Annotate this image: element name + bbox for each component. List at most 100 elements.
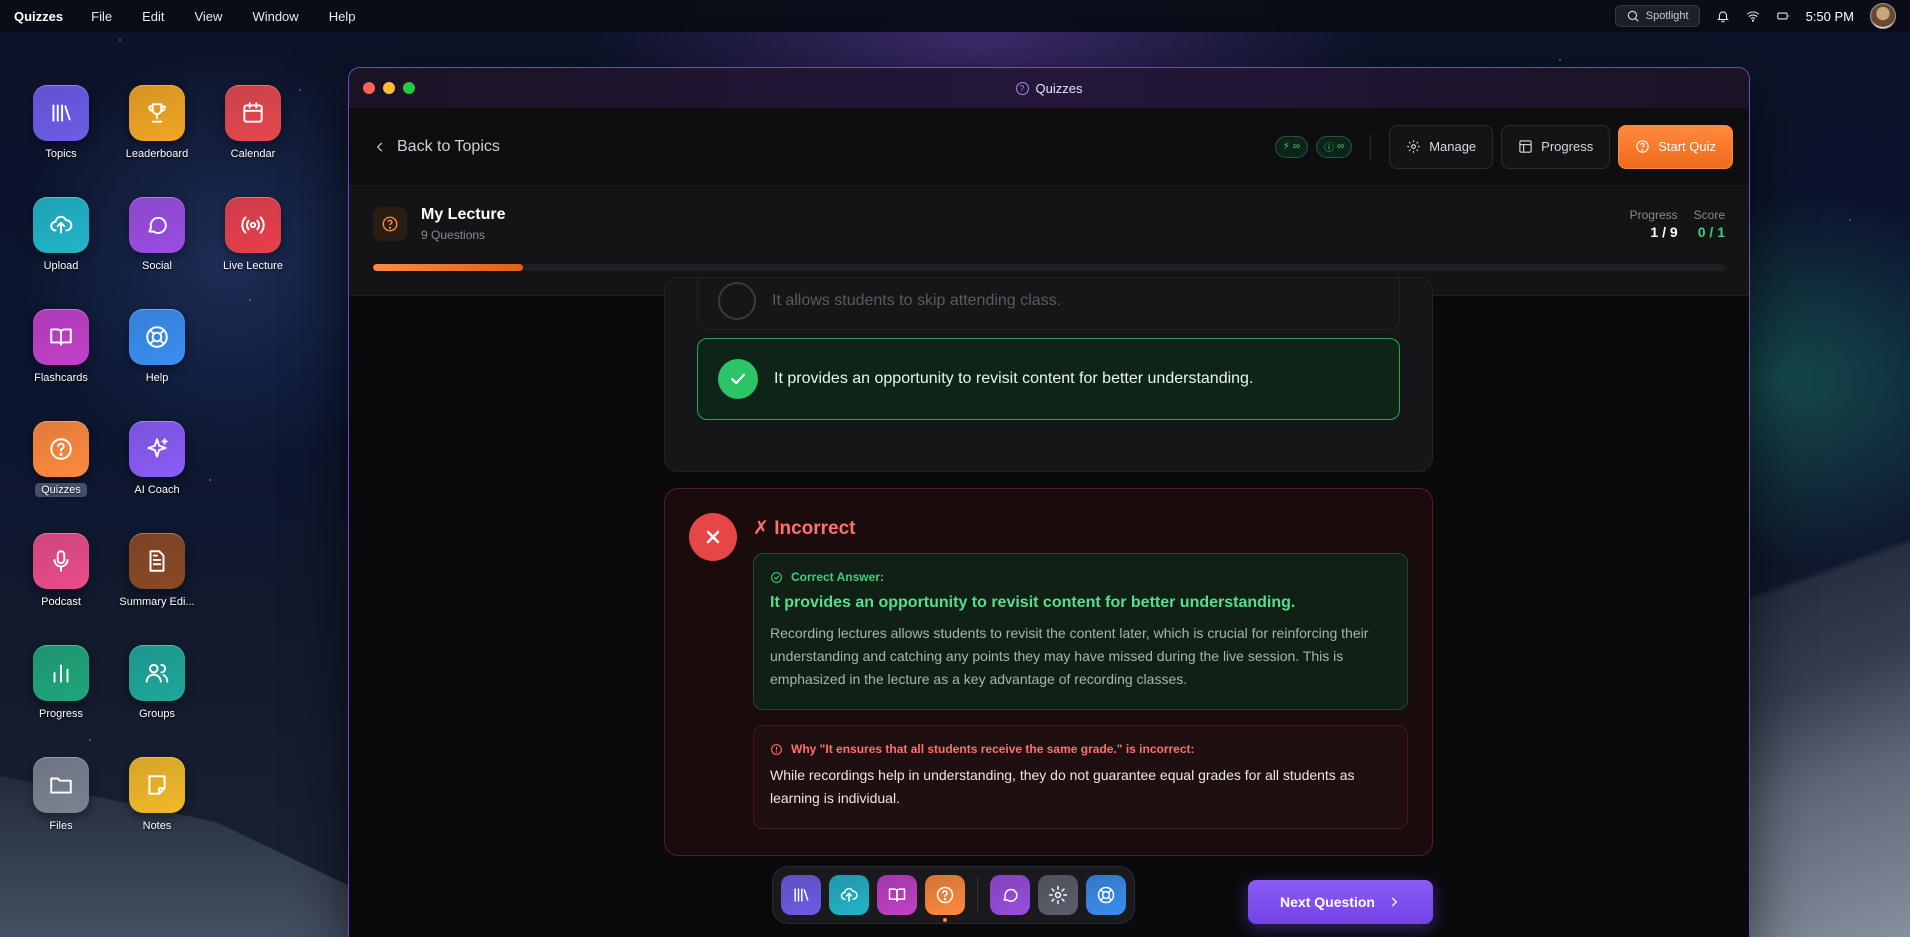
desktop-icon-upload[interactable]: Upload	[13, 197, 109, 273]
dock-item-lifebuoy[interactable]	[1086, 875, 1126, 915]
flame-icon: ⚡	[1282, 141, 1290, 152]
desktop-icon-groups[interactable]: Groups	[109, 645, 205, 721]
next-question-button[interactable]: Next Question	[1248, 880, 1433, 924]
avatar[interactable]	[1870, 3, 1896, 29]
window-titlebar[interactable]: ? Quizzes	[349, 68, 1749, 108]
desktop-icon-topics[interactable]: Topics	[13, 85, 109, 161]
feedback-panel: ✗ Incorrect Correct Answer: It provides …	[664, 488, 1433, 856]
desktop-icon-label: Podcast	[41, 596, 81, 608]
dock	[772, 866, 1135, 924]
quiz-progress-bar	[373, 264, 1725, 271]
folder-icon	[33, 757, 89, 813]
book-icon	[888, 888, 906, 902]
desktop-icon-leaderboard[interactable]: Leaderboard	[109, 85, 205, 161]
start-quiz-button[interactable]: Start Quiz	[1618, 124, 1733, 169]
manage-button[interactable]: Manage	[1389, 124, 1494, 169]
maximize-window-button[interactable]	[403, 82, 415, 94]
incorrect-icon	[689, 513, 737, 561]
dock-item-chat[interactable]	[990, 875, 1030, 915]
menu-view[interactable]: View	[194, 9, 222, 24]
minimize-window-button[interactable]	[383, 82, 395, 94]
progress-button[interactable]: Progress	[1501, 124, 1611, 169]
users-icon	[129, 645, 185, 701]
correct-answer-heading: Correct Answer:	[791, 570, 884, 584]
answer-option[interactable]: It allows students to skip attending cla…	[697, 278, 1400, 330]
chat-icon	[129, 197, 185, 253]
desktop-icon-podcast[interactable]: Podcast	[13, 533, 109, 609]
lecture-question-count: 9 Questions	[421, 228, 486, 242]
streak-badge: ⚡ ∞	[1274, 135, 1309, 158]
back-to-topics-button[interactable]: Back to Topics	[373, 138, 500, 156]
dock-item-library[interactable]	[781, 875, 821, 915]
why-incorrect-heading: Why "It ensures that all students receiv…	[791, 742, 1195, 756]
note-icon	[129, 757, 185, 813]
desktop-icon-label: Flashcards	[34, 372, 88, 384]
desktop-icon-label: Upload	[43, 260, 79, 272]
dock-divider	[977, 877, 978, 913]
score-stat: Score 0 / 1	[1694, 208, 1725, 240]
battery-icon[interactable]	[1776, 9, 1790, 23]
desktop-icon-ai-coach[interactable]: AI Coach	[109, 421, 205, 497]
desktop-icon-summary-edi[interactable]: Summary Edi...	[109, 533, 205, 609]
back-label: Back to Topics	[397, 137, 500, 155]
search-icon	[1627, 10, 1639, 22]
layout-icon	[1519, 140, 1532, 153]
cloud-upload-icon	[840, 887, 858, 902]
chevron-right-icon	[1391, 897, 1398, 907]
sparkle-icon	[129, 421, 185, 477]
document-icon	[129, 533, 185, 589]
question-icon	[936, 886, 954, 904]
desktop-icon-live-lecture[interactable]: Live Lecture	[205, 197, 301, 273]
correct-answer-explanation: Recording lectures allows students to re…	[770, 625, 1369, 687]
spotlight-label: Spotlight	[1645, 10, 1689, 22]
correct-option-text: It provides an opportunity to revisit co…	[774, 370, 1254, 387]
quiz-progress-fill	[373, 264, 524, 271]
bell-icon[interactable]	[1716, 9, 1730, 23]
score-stat-label: Score	[1693, 208, 1725, 222]
alert-circle-icon	[771, 743, 782, 755]
desktop-icon-label: Topics	[45, 148, 77, 160]
correct-answer-text: It provides an opportunity to revisit co…	[770, 594, 1296, 611]
close-window-button[interactable]	[363, 82, 375, 94]
dock-item-cloud-upload[interactable]	[829, 875, 869, 915]
dock-item-gear[interactable]	[1038, 875, 1078, 915]
lecture-icon	[373, 207, 407, 241]
why-incorrect-text: While recordings help in understanding, …	[770, 767, 1355, 806]
answer-option-correct[interactable]: It provides an opportunity to revisit co…	[697, 338, 1400, 420]
why-incorrect-box: Why "It ensures that all students receiv…	[753, 725, 1408, 829]
desktop-icon-notes[interactable]: Notes	[109, 757, 205, 833]
wifi-icon[interactable]	[1746, 9, 1760, 23]
dock-item-question[interactable]	[925, 875, 965, 922]
question-circle-icon: ⓘ	[1324, 143, 1335, 154]
desktop-icon-label: Help	[145, 372, 169, 384]
menu-help[interactable]: Help	[329, 9, 356, 24]
lecture-title: My Lecture	[421, 206, 506, 223]
dock-item-book[interactable]	[877, 875, 917, 915]
clock[interactable]: 5:50 PM	[1806, 9, 1854, 24]
hints-badge: ⓘ ∞	[1316, 135, 1353, 158]
menu-file[interactable]: File	[91, 9, 112, 24]
desktop-icon-social[interactable]: Social	[109, 197, 205, 273]
desktop-icon-help[interactable]: Help	[109, 309, 205, 385]
menu-window[interactable]: Window	[252, 9, 298, 24]
gear-icon	[1407, 140, 1420, 153]
chevron-left-icon	[376, 142, 383, 151]
bar-chart-icon	[33, 645, 89, 701]
question-circle-icon	[382, 216, 398, 232]
answer-option-text: It allows students to skip attending cla…	[772, 292, 1062, 309]
toolbar-divider	[1370, 133, 1372, 160]
menu-bar: Quizzes File Edit View Window Help Spotl…	[0, 0, 1910, 32]
spotlight-button[interactable]: Spotlight	[1614, 5, 1700, 27]
desktop-icon-files[interactable]: Files	[13, 757, 109, 833]
menu-edit[interactable]: Edit	[142, 9, 164, 24]
desktop-icon-label: Notes	[142, 820, 172, 832]
microphone-icon	[33, 533, 89, 589]
menu-app-name[interactable]: Quizzes	[14, 9, 63, 24]
desktop-icon-progress[interactable]: Progress	[13, 645, 109, 721]
desktop-icon-label: Progress	[38, 708, 84, 720]
desktop-icon-flashcards[interactable]: Flashcards	[13, 309, 109, 385]
desktop-icon-quizzes[interactable]: Quizzes	[13, 421, 109, 497]
start-quiz-label: Start Quiz	[1658, 139, 1716, 154]
desktop-icon-calendar[interactable]: Calendar	[205, 85, 301, 161]
desktop-icon-label: Quizzes	[35, 483, 87, 497]
